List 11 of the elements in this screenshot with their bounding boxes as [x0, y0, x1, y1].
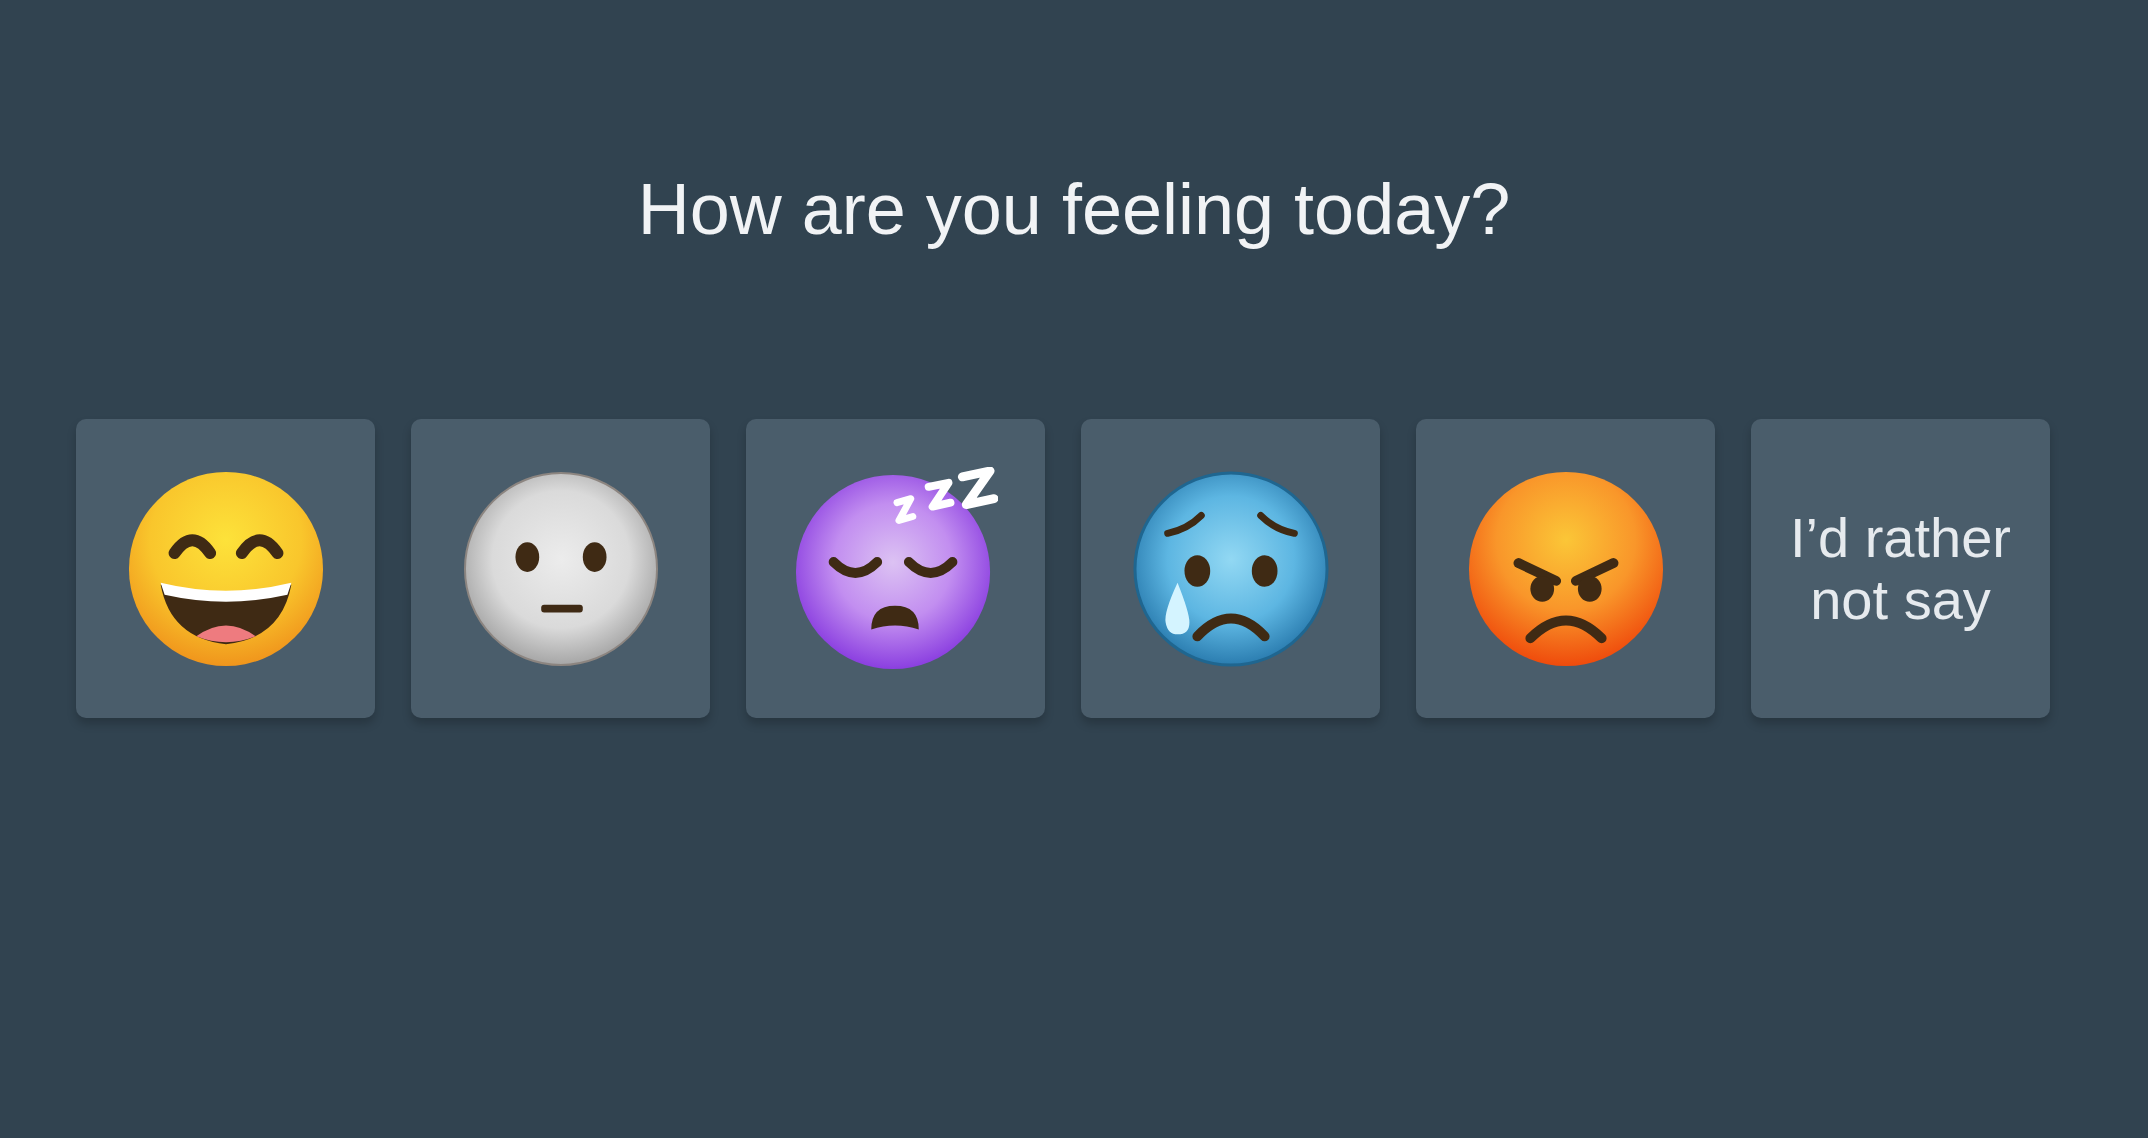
neutral-face-icon: [461, 469, 660, 668]
mood-option-button[interactable]: [1081, 419, 1380, 718]
grinning-face-icon: [126, 469, 325, 668]
mood-option-button[interactable]: [1416, 419, 1715, 718]
mood-option-button[interactable]: [746, 419, 1045, 718]
sleeping-face-icon: [793, 466, 998, 671]
tearful-face-icon: [1131, 469, 1330, 668]
angry-face-icon: [1466, 469, 1665, 668]
option-button[interactable]: I’d rather not say: [1751, 419, 2050, 718]
mood-option-button[interactable]: [411, 419, 710, 718]
mood-option-button[interactable]: [76, 419, 375, 718]
